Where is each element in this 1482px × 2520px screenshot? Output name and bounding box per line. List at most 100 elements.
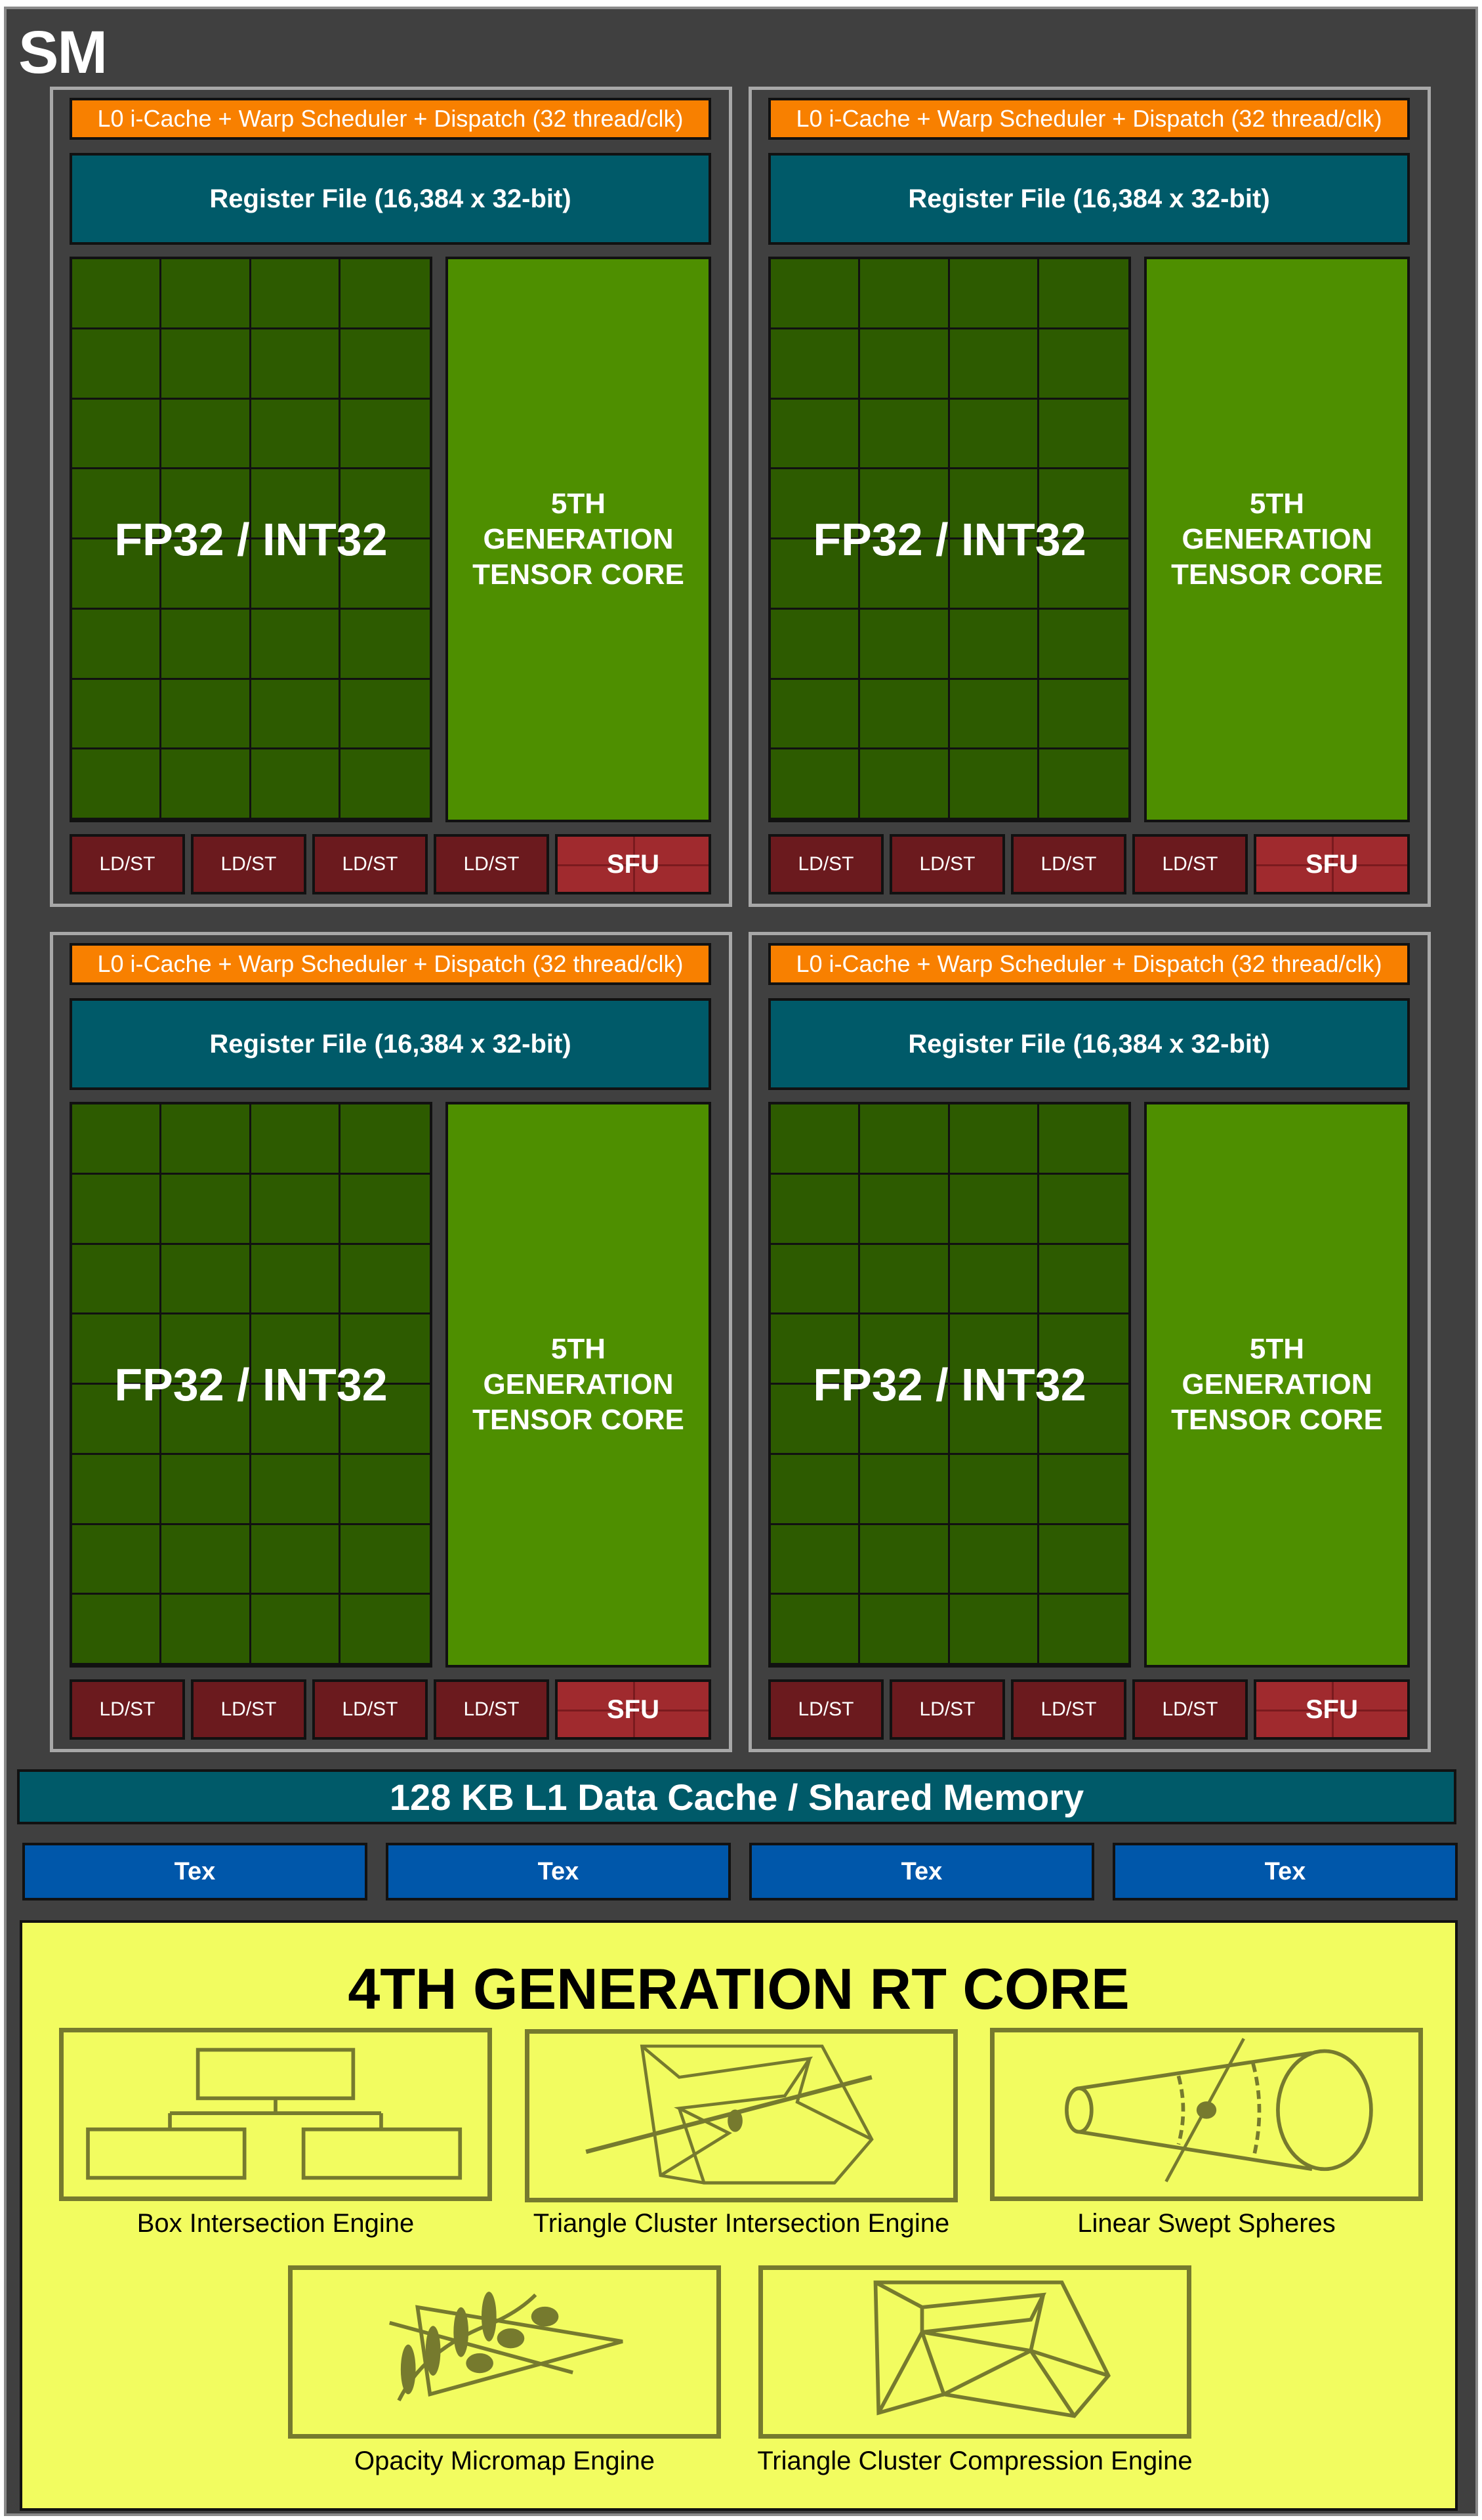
cuda-core-cell [340, 539, 430, 610]
sfu-label: SFU [607, 849, 659, 879]
ld-st-unit: LD/ST [191, 1679, 306, 1740]
cuda-core-cell [340, 1455, 430, 1525]
cuda-core-cell [949, 1385, 1039, 1455]
triangle-mesh-ray-icon [585, 2044, 874, 2185]
triangle-mesh-icon [873, 2280, 1111, 2418]
cuda-core-cell [340, 1314, 430, 1385]
fp32-int32-cores [70, 1102, 432, 1668]
cuda-core-cell [860, 1385, 950, 1455]
sm-partition: L0 i-Cache + Warp Scheduler + Dispatch (… [50, 932, 732, 1752]
cuda-core-cell [860, 1595, 950, 1665]
sfu-unit: SFU [1254, 1679, 1410, 1740]
cuda-core-cell [251, 609, 340, 680]
engine-label: Box Intersection Engine [136, 2209, 415, 2238]
box-hierarchy-icon [86, 2048, 463, 2180]
box-intersection-engine [59, 2028, 492, 2201]
cuda-core-cell [1039, 1525, 1128, 1595]
cuda-core-cell [771, 469, 861, 539]
ld-st-unit: LD/ST [768, 1679, 884, 1740]
rt-core: 4TH GENERATION RT CORE Box Intersection … [20, 1920, 1458, 2511]
cuda-core-cell [771, 1314, 861, 1385]
cuda-core-cell [771, 609, 861, 680]
cuda-core-cell [860, 329, 950, 400]
cuda-core-cell [860, 749, 950, 820]
cuda-core-cell [161, 469, 251, 539]
ld-st-unit: LD/ST [890, 1679, 1005, 1740]
cuda-core-cell [1039, 680, 1128, 750]
cuda-core-cell [161, 1314, 251, 1385]
cuda-core-cell [949, 329, 1039, 400]
cuda-core-cell [771, 539, 861, 610]
sm-partition: L0 i-Cache + Warp Scheduler + Dispatch (… [749, 87, 1431, 907]
cuda-core-cell [251, 1524, 340, 1595]
cuda-core-cell [340, 259, 430, 329]
cuda-core-cell [949, 259, 1039, 329]
cuda-core-cell [161, 1244, 251, 1315]
cuda-core-cell [251, 1385, 340, 1455]
cuda-core-cell [251, 1104, 340, 1175]
sm-partition: L0 i-Cache + Warp Scheduler + Dispatch (… [50, 87, 732, 907]
warp-scheduler: L0 i-Cache + Warp Scheduler + Dispatch (… [70, 98, 711, 140]
cuda-core-cell [72, 399, 162, 470]
tex-unit: Tex [749, 1843, 1094, 1900]
ld-st-unit: LD/ST [768, 834, 884, 894]
cuda-core-cell [72, 259, 162, 329]
engine-label: Opacity Micromap Engine [354, 2446, 655, 2475]
leaf-triangle-icon [389, 2292, 623, 2402]
sfu-label: SFU [607, 1694, 659, 1724]
cuda-core-cell [251, 329, 340, 400]
cuda-core-cell [251, 749, 340, 820]
ld-st-unit: LD/ST [191, 834, 306, 894]
cuda-core-cell [72, 1595, 162, 1665]
cuda-core-cell [161, 609, 251, 680]
tensor-core: 5TH GENERATION TENSOR CORE [1144, 257, 1410, 822]
cuda-core-cell [340, 1595, 430, 1665]
l1-cache: 128 KB L1 Data Cache / Shared Memory [17, 1769, 1456, 1824]
cuda-core-cell [771, 1244, 861, 1315]
cuda-core-cell [771, 1385, 861, 1455]
warp-scheduler: L0 i-Cache + Warp Scheduler + Dispatch (… [768, 98, 1410, 140]
cuda-core-cell [161, 749, 251, 820]
engine-label: Linear Swept Spheres [1077, 2209, 1336, 2238]
sm-partition: L0 i-Cache + Warp Scheduler + Dispatch (… [749, 932, 1431, 1752]
cuda-core-cell [340, 1175, 430, 1245]
cuda-core-cell [949, 609, 1039, 680]
cuda-core-cell [949, 1524, 1039, 1595]
cuda-core-cell [1039, 329, 1128, 400]
cuda-core-cell [251, 1174, 340, 1245]
rt-core-title: 4TH GENERATION RT CORE [348, 1956, 1130, 2021]
cuda-core-cell [72, 1524, 162, 1595]
cuda-core-cell [949, 1174, 1039, 1245]
cuda-core-cell [771, 329, 861, 400]
tex-unit: Tex [386, 1843, 731, 1900]
tensor-core: 5TH GENERATION TENSOR CORE [445, 257, 711, 822]
cuda-core-cell [161, 329, 251, 400]
triangle-cluster-intersection-engine [525, 2029, 958, 2202]
cuda-core-cell [251, 399, 340, 470]
cuda-core-cell [860, 609, 950, 680]
cuda-core-cell [161, 1454, 251, 1525]
ld-st-unit: LD/ST [1011, 834, 1126, 894]
cuda-core-cell [340, 1385, 430, 1455]
cuda-core-cell [72, 1314, 162, 1385]
cuda-core-cell [860, 1454, 950, 1525]
cuda-core-cell [1039, 1385, 1128, 1455]
cuda-core-cell [1039, 749, 1128, 820]
tensor-core: 5TH GENERATION TENSOR CORE [445, 1102, 711, 1668]
cuda-core-cell [340, 1525, 430, 1595]
cuda-core-cell [949, 1244, 1039, 1315]
cuda-core-cell [1039, 400, 1128, 470]
cuda-core-cell [860, 259, 950, 329]
cuda-core-cell [949, 1454, 1039, 1525]
cuda-core-cell [860, 1244, 950, 1315]
cuda-core-cell [949, 749, 1039, 820]
ld-st-unit: LD/ST [312, 1679, 428, 1740]
cuda-core-cell [1039, 1104, 1128, 1175]
cuda-core-cell [1039, 1175, 1128, 1245]
cuda-core-cell [860, 1314, 950, 1385]
cuda-core-cell [771, 399, 861, 470]
cuda-core-cell [72, 1454, 162, 1525]
ld-st-unit: LD/ST [890, 834, 1005, 894]
tensor-core: 5TH GENERATION TENSOR CORE [1144, 1102, 1410, 1668]
cuda-core-cell [161, 679, 251, 750]
